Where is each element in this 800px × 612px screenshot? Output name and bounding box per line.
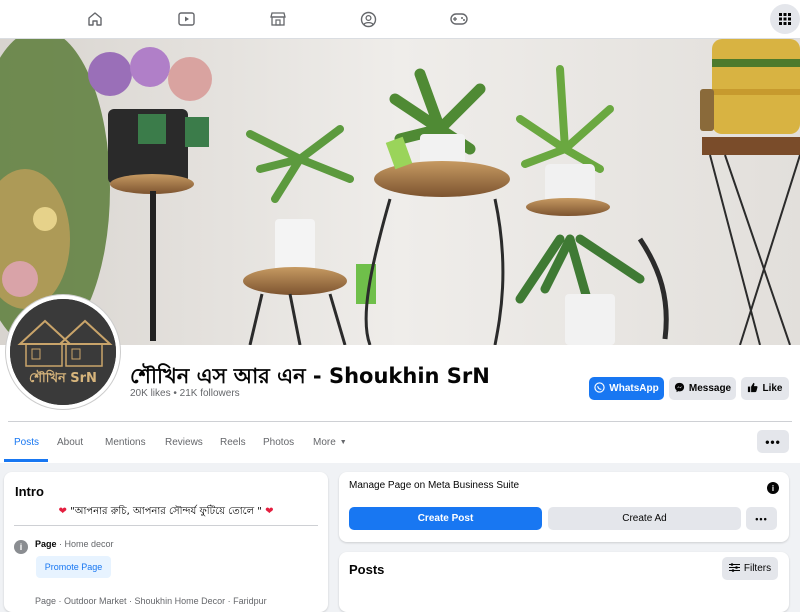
gaming-icon[interactable] bbox=[448, 8, 470, 30]
whatsapp-label: WhatsApp bbox=[609, 383, 659, 394]
cover-photo[interactable] bbox=[0, 39, 800, 345]
page-tabs: Posts About Mentions Reviews Reels Photo… bbox=[0, 422, 800, 462]
active-tab-indicator bbox=[4, 459, 48, 462]
intro-detail-text: Page · Outdoor Market · Shoukhin Home De… bbox=[35, 596, 267, 606]
top-navigation-bar bbox=[0, 0, 800, 39]
message-label: Message bbox=[688, 383, 732, 394]
avatar-logo-text: শৌখিন SrN bbox=[29, 371, 97, 386]
groups-icon[interactable] bbox=[357, 8, 379, 30]
video-icon[interactable] bbox=[175, 8, 197, 30]
tab-photos[interactable]: Photos bbox=[263, 422, 294, 462]
intro-card: Intro ❤ "আপনার রুচি, আপনার সৌন্দর্য ফুটি… bbox=[4, 472, 328, 612]
whatsapp-icon bbox=[594, 381, 605, 396]
tab-reviews[interactable]: Reviews bbox=[165, 422, 203, 462]
heart-icon: ❤ bbox=[58, 506, 67, 517]
tab-mentions[interactable]: Mentions bbox=[105, 422, 146, 462]
home-icon[interactable] bbox=[84, 8, 106, 30]
manage-more-button[interactable]: ••• bbox=[746, 507, 777, 530]
grid-menu-icon[interactable] bbox=[770, 4, 800, 34]
manage-page-card: Manage Page on Meta Business Suite i Cre… bbox=[339, 472, 789, 542]
intro-page-category: Page · Home decor bbox=[35, 539, 114, 549]
messenger-icon bbox=[674, 382, 685, 396]
intro-category: · Home decor bbox=[56, 539, 114, 549]
promote-page-button[interactable]: Promote Page bbox=[36, 556, 111, 578]
filters-button[interactable]: Filters bbox=[722, 557, 778, 580]
filters-label: Filters bbox=[743, 563, 772, 574]
info-icon[interactable]: i bbox=[767, 482, 779, 494]
heart-icon: ❤ bbox=[265, 506, 274, 517]
caret-down-icon: ▼ bbox=[339, 438, 347, 446]
whatsapp-button[interactable]: WhatsApp bbox=[589, 377, 664, 400]
like-label: Like bbox=[762, 383, 783, 394]
thumbs-up-icon bbox=[747, 382, 758, 396]
filter-icon bbox=[728, 562, 740, 575]
posts-card: Posts Filters bbox=[339, 552, 789, 612]
page-stats[interactable]: 20K likes • 21K followers bbox=[130, 388, 240, 399]
intro-divider bbox=[14, 525, 318, 526]
intro-title: Intro bbox=[15, 484, 44, 499]
message-button[interactable]: Message bbox=[669, 377, 736, 400]
tab-reels[interactable]: Reels bbox=[220, 422, 246, 462]
manage-page-title: Manage Page on Meta Business Suite bbox=[349, 480, 520, 491]
marketplace-icon[interactable] bbox=[267, 8, 289, 30]
page-avatar[interactable]: শৌখিন SrN bbox=[6, 295, 120, 409]
create-post-button[interactable]: Create Post bbox=[349, 507, 542, 530]
tab-about[interactable]: About bbox=[57, 422, 83, 462]
ellipsis-icon: ••• bbox=[755, 513, 768, 524]
ellipsis-icon: ••• bbox=[765, 434, 781, 449]
tab-more-label: More bbox=[313, 436, 336, 448]
posts-title: Posts bbox=[349, 562, 385, 577]
intro-tagline-text: "আপনার রুচি, আপনার সৌন্দর্য ফুটিয়ে তোলে… bbox=[70, 506, 262, 517]
info-icon: i bbox=[14, 540, 28, 554]
intro-page-label: Page bbox=[35, 539, 57, 549]
tab-posts[interactable]: Posts bbox=[14, 422, 39, 462]
create-ad-button[interactable]: Create Ad bbox=[548, 507, 741, 530]
more-options-button[interactable]: ••• bbox=[757, 430, 789, 453]
tab-more[interactable]: More ▼ bbox=[313, 422, 347, 462]
intro-tagline: ❤ "আপনার রুচি, আপনার সৌন্দর্য ফুটিয়ে তো… bbox=[4, 504, 328, 521]
like-button[interactable]: Like bbox=[741, 377, 789, 400]
